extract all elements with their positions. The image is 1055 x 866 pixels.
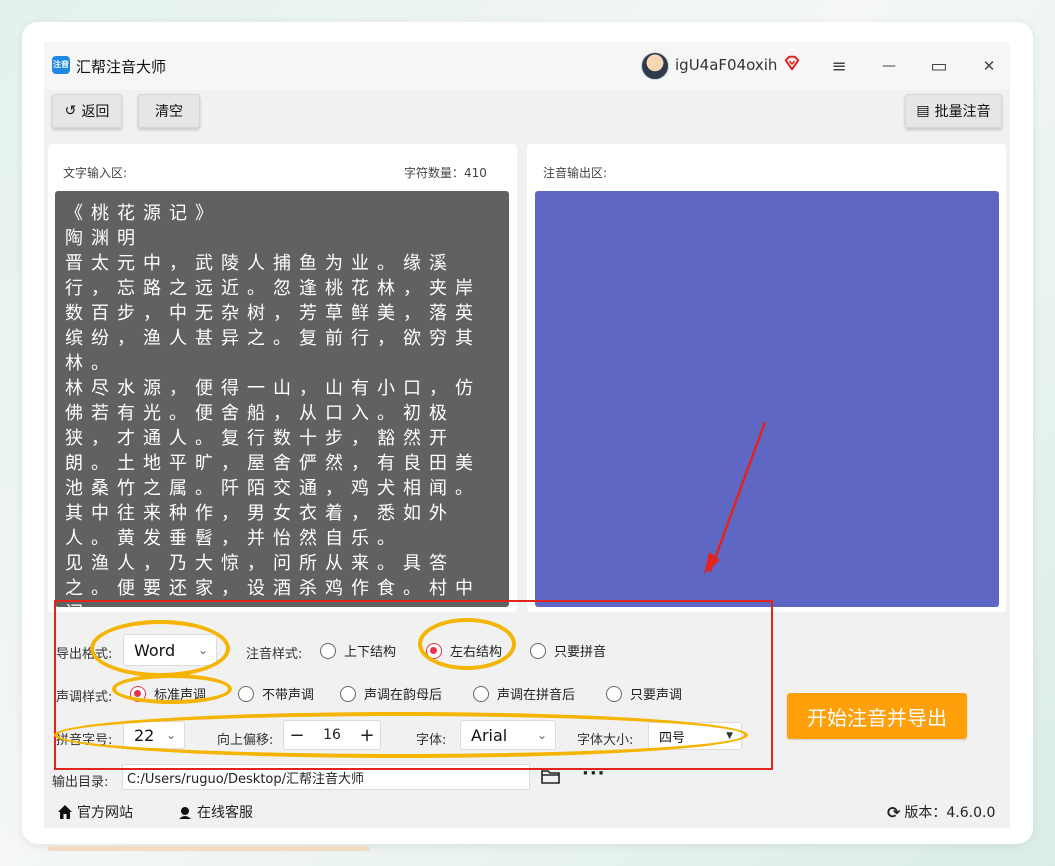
annotation-arrow (704, 421, 767, 574)
radio-label: 只要拼音 (554, 645, 607, 660)
output-dir-label: 输出目录: (52, 775, 109, 790)
batch-annotate-button[interactable]: ▤ 批量注音 (905, 94, 1002, 128)
app-window: 注音 汇帮注音大师 igU4aF04oxih ≡ — ▭ ✕ ↺ 返回 清空 ▤… (44, 42, 1010, 828)
more-options-icon[interactable]: ··· (582, 763, 606, 784)
radio-dot-selected (130, 685, 146, 702)
app-title: 汇帮注音大师 (76, 58, 167, 76)
title-bar: 注音 汇帮注音大师 igU4aF04oxih ≡ — ▭ ✕ (44, 42, 1010, 90)
radio-dot (606, 685, 622, 702)
version-info[interactable]: ⟳ 版本：4.6.0.0 (887, 802, 995, 822)
radio-label: 标准声调 (154, 688, 207, 703)
pinyin-size-value: 22 (134, 725, 155, 745)
export-format-label: 导出格式: (56, 647, 113, 662)
website-label: 官方网站 (77, 805, 133, 821)
footer: 官方网站 在线客服 ⟳ 版本：4.6.0.0 (44, 794, 1010, 828)
radio-label: 声调在韵母后 (364, 688, 443, 703)
output-dir-value: C:/Users/ruguo/Desktop/汇帮注音大师 (127, 771, 365, 787)
batch-label: 批量注音 (934, 104, 991, 120)
radio-tone-standard[interactable]: 标准声调 (130, 684, 206, 703)
radio-annotation-pinyin-only[interactable]: 只要拼音 (530, 641, 606, 660)
headset-icon (179, 807, 191, 819)
vip-diamond-icon[interactable] (783, 54, 801, 72)
chevron-down-icon: ⌄ (197, 643, 208, 657)
clear-button[interactable]: 清空 (138, 94, 200, 128)
pinyin-size-label: 拼音字号: (56, 733, 113, 748)
caret-down-icon: ▼ (726, 731, 733, 741)
offset-label: 向上偏移: (217, 733, 274, 748)
radio-tone-after-final[interactable]: 声调在韵母后 (340, 684, 442, 703)
website-link[interactable]: 官方网站 (57, 802, 133, 822)
output-panel-label: 注音输出区: (543, 166, 608, 180)
font-value: Arial (471, 725, 508, 745)
font-select[interactable]: Arial ⌄ (460, 720, 556, 750)
maximize-icon[interactable]: ▭ (927, 54, 951, 78)
radio-label: 上下结构 (344, 645, 397, 660)
export-format-value: Word (134, 640, 176, 660)
bottom-decorative-strip (48, 846, 370, 851)
radio-dot (238, 685, 254, 702)
radio-tone-only[interactable]: 只要声调 (606, 684, 682, 703)
offset-value[interactable]: 16 (310, 721, 354, 749)
close-icon[interactable]: ✕ (977, 54, 1001, 78)
annotation-style-label: 注音样式: (246, 647, 303, 662)
radio-label: 不带声调 (262, 688, 315, 703)
undo-icon: ↺ (64, 103, 77, 119)
document-icon: ▤ (916, 103, 930, 119)
plus-icon[interactable]: + (354, 721, 380, 749)
version-label: 版本：4.6.0.0 (904, 805, 996, 821)
radio-annotation-left-right[interactable]: 左右结构 (426, 641, 502, 660)
text-input-area[interactable]: 《桃花源记》 陶渊明 晋太元中，武陵人捕鱼为业。缘溪行，忘路之远近。忽逢桃花林，… (55, 191, 509, 607)
clear-label: 清空 (155, 104, 183, 120)
radio-tone-after-pinyin[interactable]: 声调在拼音后 (473, 684, 575, 703)
font-size-select[interactable]: 四号 ▼ (648, 722, 742, 750)
chevron-down-icon: ⌄ (536, 728, 547, 742)
radio-label: 声调在拼音后 (497, 688, 576, 703)
menu-icon[interactable]: ≡ (827, 54, 851, 78)
radio-dot (320, 642, 336, 659)
back-button[interactable]: ↺ 返回 (52, 94, 122, 128)
home-icon (58, 805, 72, 819)
radio-tone-none[interactable]: 不带声调 (238, 684, 314, 703)
minus-icon[interactable]: − (284, 721, 310, 749)
radio-annotation-top-bottom[interactable]: 上下结构 (320, 641, 396, 660)
radio-dot (340, 685, 356, 702)
font-size-label: 字体大小: (577, 733, 634, 748)
font-label: 字体: (416, 733, 447, 748)
minimize-icon[interactable]: — (877, 54, 901, 78)
pinyin-size-select[interactable]: 22 ⌄ (123, 721, 185, 749)
char-count: 字符数量：410 (404, 166, 487, 180)
chevron-down-icon: ⌄ (165, 728, 176, 742)
radio-dot (473, 685, 489, 702)
radio-dot-selected (426, 642, 442, 659)
radio-label: 只要声调 (630, 688, 683, 703)
username[interactable]: igU4aF04oxih (675, 56, 777, 74)
folder-icon[interactable] (541, 768, 561, 784)
font-size-value: 四号 (659, 730, 686, 746)
input-panel-label: 文字输入区: (63, 166, 128, 180)
tone-style-label: 声调样式: (56, 690, 113, 705)
offset-stepper[interactable]: − 16 + (283, 720, 381, 750)
start-annotate-export-button[interactable]: 开始注音并导出 (787, 693, 967, 739)
radio-dot (530, 642, 546, 659)
refresh-icon: ⟳ (887, 802, 901, 822)
export-format-select[interactable]: Word ⌄ (123, 634, 217, 666)
input-text: 《桃花源记》 陶渊明 晋太元中，武陵人捕鱼为业。缘溪行，忘路之远近。忽逢桃花林，… (65, 203, 481, 607)
app-logo-icon: 注音 (52, 56, 70, 74)
support-label: 在线客服 (197, 805, 253, 821)
radio-label: 左右结构 (450, 645, 503, 660)
toolbar: ↺ 返回 清空 ▤ 批量注音 (44, 90, 1010, 136)
output-dir-field[interactable]: C:/Users/ruguo/Desktop/汇帮注音大师 (122, 764, 530, 790)
support-link[interactable]: 在线客服 (177, 802, 253, 822)
user-avatar[interactable] (641, 52, 669, 80)
back-label: 返回 (81, 104, 110, 120)
